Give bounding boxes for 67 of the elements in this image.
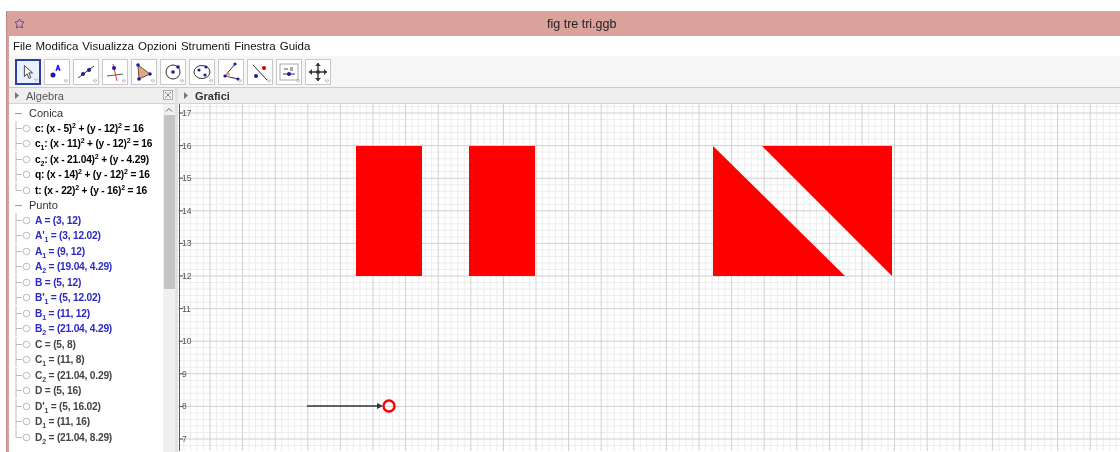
object-definition[interactable]: D$_{2}$ = (21.04, 8.29) — [35, 431, 113, 443]
expand-arrow-icon[interactable] — [14, 92, 20, 99]
menu-item[interactable]: Modifica — [35, 40, 79, 52]
menu-item[interactable]: Strumenti — [180, 40, 231, 52]
group-label[interactable]: Conica — [29, 107, 64, 120]
object-definition[interactable]: C$_{1}$ = (11, 8) — [35, 354, 85, 366]
circle-tool-button[interactable] — [160, 58, 186, 85]
app-icon — [14, 18, 25, 29]
axis-label: 12 — [182, 271, 192, 281]
object-definition[interactable]: C$_{2}$ = (21.04, 0.29) — [35, 369, 113, 381]
point-tool-button[interactable] — [44, 58, 70, 85]
menu-item[interactable]: File — [13, 40, 32, 52]
object-definition[interactable]: A$_{2}$ = (19.04, 4.29) — [35, 261, 113, 273]
line-tool-button[interactable] — [73, 58, 99, 85]
object-definition[interactable]: q: (x - 14)$^{2}$ + (y - 12)$^{2}$ = 16 — [35, 169, 150, 181]
rectangle[interactable] — [469, 146, 535, 276]
axis-label: 13 — [182, 238, 192, 249]
object-definition[interactable]: B = (5, 12) — [35, 276, 82, 288]
axis-label: 7 — [182, 434, 187, 444]
object-definition[interactable]: A$_{1}$ = (9, 12) — [35, 245, 85, 257]
window-title: fig tre tri.ggb — [547, 16, 617, 31]
object-definition[interactable]: D'$_{1}$ = (5, 16.02) — [35, 400, 101, 412]
object-definition[interactable]: c$_{2}$: (x - 21.04)$^{2}$ + (y - 4.29) — [35, 153, 149, 165]
polygon-tool-button[interactable] — [131, 58, 157, 85]
reflect-tool-button[interactable] — [247, 58, 273, 85]
panel-title: Grafici — [195, 89, 230, 102]
menu-item[interactable]: Finestra — [234, 40, 276, 52]
axis-label: 14 — [182, 205, 192, 216]
axis-label: 17 — [182, 108, 192, 118]
scrollbar[interactable] — [163, 104, 175, 452]
menu-item[interactable]: Visualizza — [82, 40, 134, 52]
triangle[interactable] — [762, 146, 892, 276]
object-definition[interactable]: c: (x - 5)$^{2}$ + (y - 12)$^{2}$ = 16 — [35, 122, 144, 134]
close-icon[interactable] — [163, 90, 173, 100]
scrollbar-thumb[interactable] — [163, 115, 175, 289]
object-definition[interactable]: A'$_{1}$ = (3, 12.02) — [35, 230, 101, 242]
object-definition[interactable]: B'$_{1}$ = (5, 12.02) — [35, 292, 101, 304]
conic-tool-button[interactable] — [189, 58, 215, 85]
point-marker[interactable] — [382, 399, 396, 413]
object-definition[interactable]: C = (5, 8) — [35, 338, 76, 350]
axis-label: 15 — [182, 173, 192, 184]
vector-arrow[interactable] — [306, 403, 383, 409]
group-label[interactable]: Punto — [29, 199, 58, 212]
object-definition[interactable]: t: (x - 22)$^{2}$ + (y - 16)$^{2}$ = 16 — [35, 184, 147, 196]
axis-label: 10 — [182, 336, 192, 347]
axis-label: 8 — [182, 401, 187, 412]
panel-title: Algebra — [26, 89, 64, 102]
object-definition[interactable]: B$_{1}$ = (11, 12) — [35, 307, 90, 319]
move-tool-button[interactable] — [15, 58, 41, 85]
axis-label: 16 — [182, 140, 192, 151]
axis-label: 11 — [182, 303, 191, 314]
object-definition[interactable]: A = (3, 12) — [35, 214, 81, 226]
object-definition[interactable]: D$_{1}$ = (11, 16) — [35, 416, 90, 428]
scroll-up-icon[interactable] — [165, 107, 173, 112]
menu-item[interactable]: Guida — [279, 40, 311, 52]
expand-arrow-icon[interactable] — [183, 92, 189, 99]
object-definition[interactable]: B$_{2}$ = (21.04, 4.29) — [35, 323, 113, 335]
slider-tool-button[interactable] — [276, 58, 302, 85]
object-definition[interactable]: c$_{1}$: (x - 11)$^{2}$ + (y - 12)$^{2}$ = 16 — [35, 138, 153, 150]
axis-label: 9 — [182, 368, 187, 379]
move-view-tool-button[interactable] — [305, 58, 331, 85]
triangle[interactable] — [713, 146, 845, 276]
perpendicular-tool-button[interactable] — [102, 58, 128, 85]
angle-tool-button[interactable] — [218, 58, 244, 85]
menu-item[interactable]: Opzioni — [137, 40, 177, 52]
object-definition[interactable]: D = (5, 16) — [35, 385, 82, 397]
rectangle[interactable] — [356, 146, 422, 276]
